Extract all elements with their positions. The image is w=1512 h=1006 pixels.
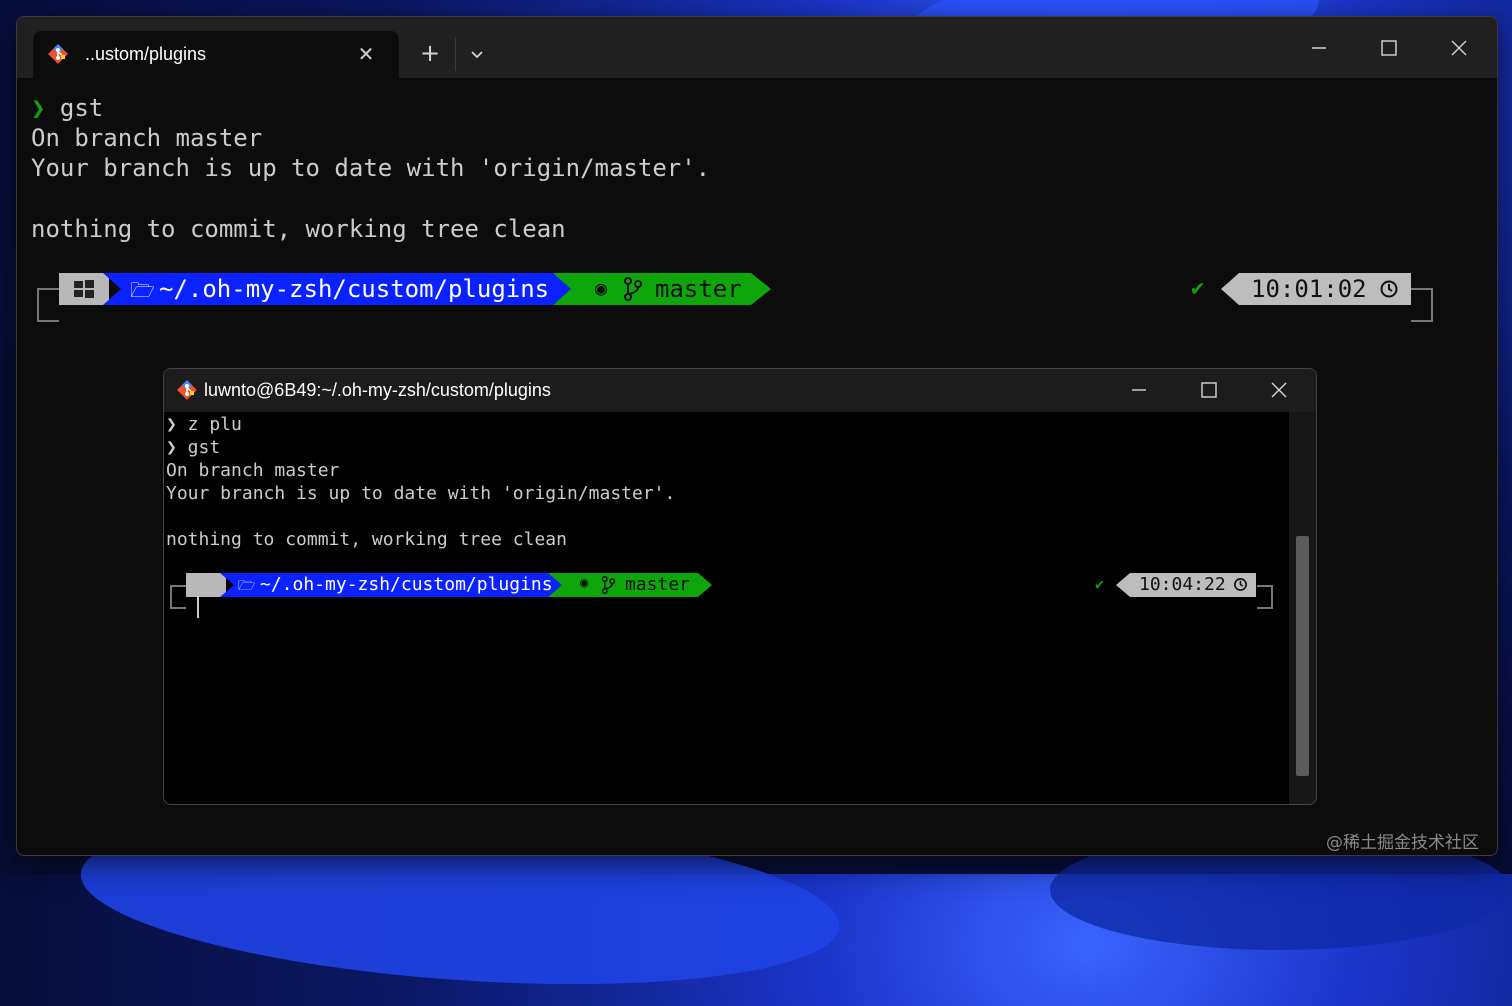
minimize-button[interactable] xyxy=(1302,33,1336,63)
prompt-bracket-right xyxy=(1257,585,1273,609)
scrollbar-thumb[interactable] xyxy=(1296,536,1309,776)
minimize-button[interactable] xyxy=(1122,375,1156,405)
close-button[interactable] xyxy=(1262,375,1296,405)
maximize-button[interactable] xyxy=(1192,375,1226,405)
prompt-time: 10:04:22 xyxy=(1139,574,1226,595)
status-check-icon: ✔ xyxy=(1191,276,1205,301)
github-icon: ◉ xyxy=(580,575,589,591)
inner-title-bar[interactable]: luwnto@6B49:~/.oh-my-zsh/custom/plugins xyxy=(164,369,1316,412)
prompt-chevron: ❯ xyxy=(31,94,46,122)
output-line: nothing to commit, working tree clean xyxy=(166,529,567,550)
folder-icon: 🗁 xyxy=(238,578,256,594)
command-text: gst xyxy=(45,94,104,122)
folder-icon: 🗁 xyxy=(130,278,155,302)
watermark: @稀土掘金技术社区 xyxy=(1326,833,1479,853)
command-line: ❯ z plu xyxy=(166,414,242,435)
tab-separator xyxy=(455,37,456,71)
status-check-icon: ✔ xyxy=(1095,575,1105,593)
tab-title: ..ustom/plugins xyxy=(85,44,207,64)
git-icon xyxy=(48,44,68,64)
prompt-time: 10:01:02 xyxy=(1251,275,1367,303)
tab-plugins[interactable]: ..ustom/plugins ✕ xyxy=(33,31,399,78)
tab-close-icon[interactable]: ✕ xyxy=(353,41,379,67)
prompt-bracket-right xyxy=(1411,288,1433,322)
scrollbar[interactable] xyxy=(1289,412,1316,804)
title-bar[interactable]: ..ustom/plugins ✕ + xyxy=(17,17,1497,78)
output-line: On branch master xyxy=(166,460,340,481)
prompt-path: ~/.oh-my-zsh/custom/plugins xyxy=(260,574,553,595)
maximize-button[interactable] xyxy=(1372,33,1406,63)
output-line: On branch master xyxy=(31,124,263,152)
git-branch-icon xyxy=(601,576,616,594)
output-line: Your branch is up to date with 'origin/m… xyxy=(166,483,676,504)
clock-icon xyxy=(1234,578,1247,591)
chevron-down-icon[interactable] xyxy=(463,41,491,69)
output-line: nothing to commit, working tree clean xyxy=(31,215,566,243)
output-line: Your branch is up to date with 'origin/m… xyxy=(31,154,711,182)
close-button[interactable] xyxy=(1442,33,1476,63)
prompt-bracket-left xyxy=(170,585,186,609)
command-line: ❯ gst xyxy=(31,93,103,123)
inner-window-title: luwnto@6B49:~/.oh-my-zsh/custom/plugins xyxy=(204,380,551,400)
clock-icon xyxy=(1380,280,1398,298)
prompt-branch: master xyxy=(655,275,742,303)
new-tab-button[interactable]: + xyxy=(415,39,445,69)
prompt-path: ~/.oh-my-zsh/custom/plugins xyxy=(159,275,550,303)
prompt-bracket-left xyxy=(37,288,59,322)
inner-terminal-window: luwnto@6B49:~/.oh-my-zsh/custom/plugins … xyxy=(163,368,1317,805)
command-line: ❯ gst xyxy=(166,437,221,458)
prompt-branch: master xyxy=(625,574,691,595)
github-icon: ◉ xyxy=(595,276,608,300)
text-cursor xyxy=(197,596,199,618)
git-branch-icon xyxy=(624,277,642,301)
git-icon xyxy=(177,380,197,400)
windows-icon xyxy=(74,280,94,298)
